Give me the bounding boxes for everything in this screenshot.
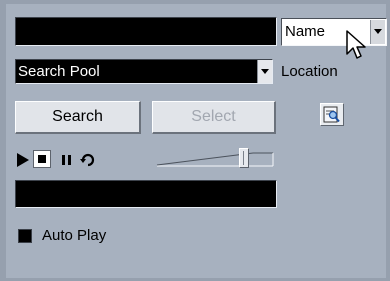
locate-icon (323, 106, 340, 123)
volume-slider[interactable] (155, 147, 275, 169)
auto-play-label: Auto Play (42, 227, 107, 244)
search-text-field[interactable] (15, 17, 277, 46)
stop-button[interactable] (33, 150, 51, 168)
play-icon[interactable] (17, 153, 29, 167)
search-attribute-arrow-button[interactable] (370, 20, 385, 44)
volume-ramp (156, 152, 274, 167)
search-attribute-dropdown[interactable]: Name (281, 18, 387, 46)
chevron-down-icon (261, 69, 269, 74)
select-button[interactable]: Select (152, 101, 276, 134)
locate-button[interactable] (320, 103, 344, 126)
search-location-arrow-button[interactable] (257, 60, 272, 83)
location-label: Location (281, 63, 338, 80)
search-button[interactable]: Search (15, 101, 141, 134)
auto-play-checkbox[interactable] (18, 229, 32, 243)
search-attribute-value: Name (285, 23, 326, 40)
search-location-value: Search Pool (18, 63, 100, 80)
panel-border-top (0, 0, 390, 4)
loop-icon[interactable] (80, 152, 96, 168)
search-panel: Name Search Pool Location Search Select (0, 0, 390, 281)
stop-icon (38, 155, 46, 163)
mouse-cursor-icon (346, 30, 366, 59)
result-display-field (15, 180, 277, 208)
volume-slider-handle[interactable] (239, 148, 249, 168)
chevron-down-icon (374, 29, 382, 34)
pause-icon[interactable] (62, 155, 72, 165)
search-location-dropdown[interactable]: Search Pool (15, 59, 273, 84)
panel-border-left (0, 0, 6, 281)
